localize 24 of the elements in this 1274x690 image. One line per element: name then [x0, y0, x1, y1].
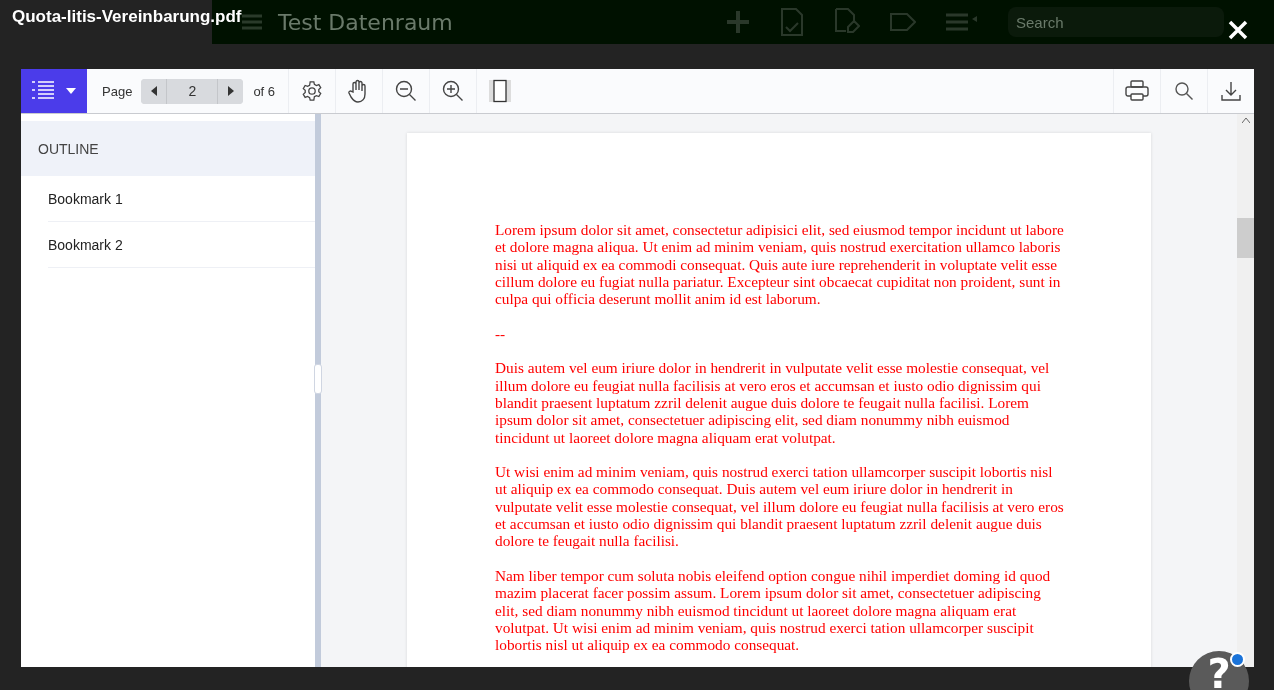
- page-stepper[interactable]: 2: [141, 78, 244, 104]
- document-paragraph: Duis autem vel eum iriure dolor in hendrerit in vulputate velit esse molestie consequat, vel illum dolore eu feugiat nulla facilisis at vero eros et accumsan et iusto odio dignissim qui blandit praesent luptatum zzril delenit augue duis dolore te feugait nulla facilisi. Lorem ipsum dolor sit amet, consectetuer adipiscing elit, sed diam nonummy nibh euismod tincidunt ut laoreet dolore magna aliquam erat volutpat.: [495, 359, 1051, 446]
- outline-heading: OUTLINE: [21, 121, 315, 176]
- document-check-icon[interactable]: [780, 7, 804, 37]
- left-triangle-icon: [150, 86, 157, 96]
- document-paragraph: Nam liber tempor cum soluta nobis eleifend option congue nihil imperdiet doming id quod mazim placerat facer possim assum. Lorem ipsum dolor sit amet, consectetuer adipiscing elit, sed diam nonummy nibh euismod tincidunt ut laoreet dolore magna aliquam erat volutpat. Ut wisi enim ad minim veniam, quis nostrud exerci tation ullamcorper suscipit lobortis nisl ut aliquip ex ea commodo consequat.: [495, 566, 1052, 654]
- dialog-title: Quota-litis-Vereinbarung.pdf: [12, 7, 242, 27]
- caret-icon: [66, 88, 76, 94]
- close-icon[interactable]: [1228, 20, 1248, 40]
- document-paragraph: --: [495, 324, 507, 343]
- document-paragraph: Ut wisi enim ad minim veniam, quis nostrud exerci tation ullamcorper suscipit lobortis nisl ut aliquip ex ea commodo consequat. Duis autem vel eum iriure dolor in hendrerit in vulputate velit esse molestie consequat, vel illum dolore eu feugiat nulla facilisis at vero eros et accumsan et iusto odio dignissim qui blandit praesent luptatum zzril delenit augue duis dolore te feugait nulla facilisi.: [495, 463, 1065, 550]
- page-number-field[interactable]: 2: [166, 78, 219, 104]
- outline-list-icon: [32, 81, 54, 101]
- scroll-up-icon[interactable]: [1241, 118, 1250, 123]
- splitter-handle[interactable]: [314, 364, 322, 394]
- page-label: Page: [102, 83, 133, 99]
- page-total: of 6: [253, 83, 276, 99]
- scrollbar-thumb[interactable]: [1237, 218, 1254, 258]
- outline-toggle-button[interactable]: [21, 69, 87, 113]
- document-paragraph: Lorem ipsum dolor sit amet, consectetur adipisici elit, sed eiusmod tempor incidunt ut labore et dolore magna aliqua. Ut enim ad minim veniam, quis nostrud exercitation ullamco laboris nisi ut aliquid ex ea commodi consequat. Quis aute iure reprehenderit in voluptate velit esse cillum dolore eu fugiat nulla pariatur. Excepteur sint obcaecat cupiditat non proident, sunt in culpa qui officia deserunt mollit anim id est laborum.: [495, 221, 1065, 308]
- right-triangle-icon: [227, 86, 234, 96]
- search-field[interactable]: Search: [1008, 7, 1224, 37]
- app-title: Test Datenraum: [278, 9, 453, 35]
- scrollbar[interactable]: [1237, 114, 1254, 667]
